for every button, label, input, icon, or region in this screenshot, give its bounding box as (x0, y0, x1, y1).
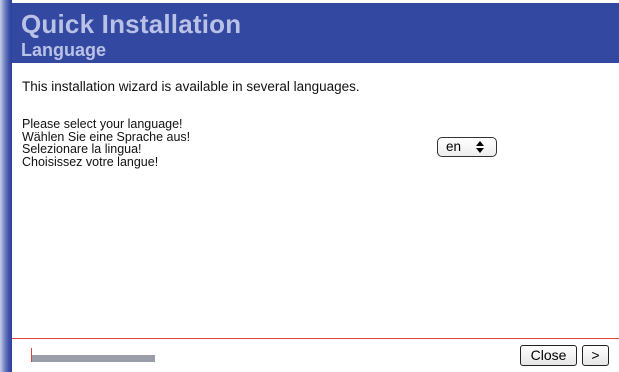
close-button[interactable]: Close (520, 345, 577, 366)
next-button[interactable]: > (582, 345, 609, 366)
language-select-value: en (446, 139, 462, 154)
prompt-italian: Selezionare la lingua! (22, 142, 142, 156)
installer-window: Quick Installation Language This install… (0, 0, 619, 372)
progress-bar (32, 355, 155, 362)
prompt-french: Choisissez votre langue! (22, 154, 159, 169)
content-area (12, 63, 619, 339)
page-title: Quick Installation (21, 9, 242, 39)
language-select[interactable]: en (437, 137, 497, 157)
up-down-arrows-icon (472, 140, 488, 154)
header-banner: Quick Installation Language (12, 3, 619, 63)
intro-text: This installation wizard is available in… (22, 79, 360, 94)
window-left-edge (0, 0, 12, 372)
page-subtitle: Language (21, 40, 107, 60)
progress-fill (32, 355, 155, 362)
prompt-english: Please select your language! (22, 117, 183, 131)
language-prompts: Please select your language! Wählen Sie … (22, 118, 190, 168)
